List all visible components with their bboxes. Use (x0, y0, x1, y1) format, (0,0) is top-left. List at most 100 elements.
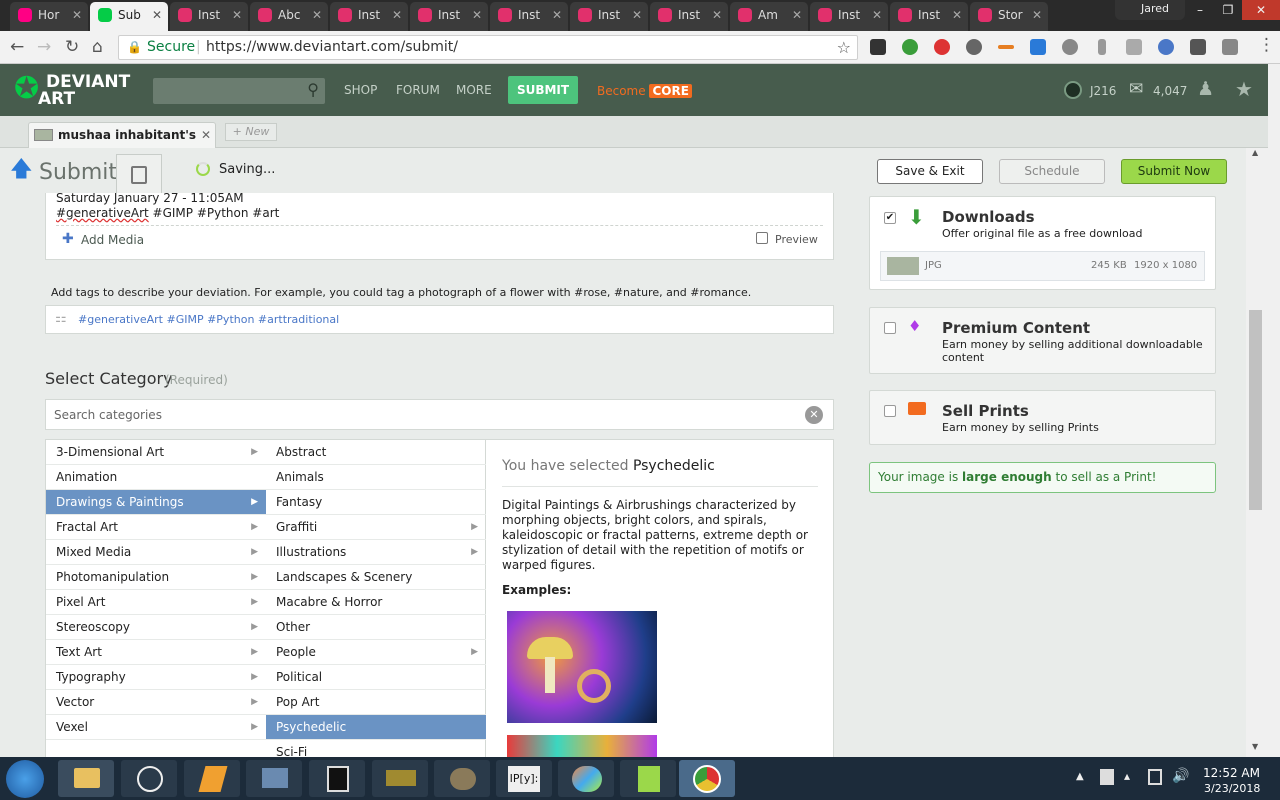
taskbar-app[interactable] (309, 760, 365, 797)
close-tab-icon[interactable]: ✕ (872, 2, 882, 29)
close-tab-icon[interactable]: ✕ (712, 2, 722, 29)
category-item[interactable]: Psychedelic (266, 715, 486, 740)
category-item[interactable]: Landscapes & Scenery (266, 565, 486, 590)
close-window-button[interactable]: ✕ (1242, 0, 1280, 20)
nav-forum[interactable]: FORUM (396, 83, 440, 97)
example-thumbnail[interactable] (507, 611, 657, 723)
taskbar-explorer[interactable] (58, 760, 114, 797)
category-item[interactable]: Vexel ▶ (46, 715, 266, 740)
restore-button[interactable]: ❐ (1214, 0, 1242, 20)
header-submit-button[interactable]: SUBMIT (508, 76, 578, 104)
close-tab-icon[interactable]: ✕ (152, 2, 162, 29)
extension-icon[interactable] (1062, 39, 1078, 55)
category-item[interactable]: Fractal Art ▶ (46, 515, 266, 540)
browser-tab[interactable]: Inst ✕ (490, 2, 568, 31)
close-tab-icon[interactable]: ✕ (312, 2, 322, 29)
submission-tab[interactable]: mushaa inhabitant's ✕ (28, 122, 216, 148)
taskbar-gimp[interactable] (434, 760, 490, 797)
address-bar[interactable]: 🔒 Secure | https://www.deviantart.com/su… (118, 35, 858, 60)
category-item[interactable]: People ▶ (266, 640, 486, 665)
close-tab-icon[interactable]: ✕ (201, 123, 211, 147)
tray-flag-icon[interactable] (1100, 769, 1114, 785)
close-tab-icon[interactable]: ✕ (1032, 2, 1042, 29)
watchers-icon[interactable]: ♟ (1197, 78, 1214, 100)
extension-icon[interactable] (1126, 39, 1142, 55)
preview-icon[interactable] (756, 232, 768, 244)
clock-date[interactable]: 3/23/2018 (1204, 782, 1260, 795)
browser-tab[interactable]: Inst ✕ (890, 2, 968, 31)
extension-icon[interactable] (1158, 39, 1174, 55)
category-search-input[interactable]: Search categories ✕ (45, 399, 834, 430)
browser-tab[interactable]: Inst ✕ (650, 2, 728, 31)
browser-tab[interactable]: Stor ✕ (970, 2, 1048, 31)
category-item[interactable]: Photomanipulation ▶ (46, 565, 266, 590)
reload-icon[interactable]: ↻ (65, 37, 79, 57)
points-icon[interactable] (1064, 81, 1082, 99)
downloads-checkbox[interactable]: ✔ (884, 212, 896, 224)
profile-button[interactable]: Jared (1115, 0, 1185, 20)
forward-icon[interactable]: → (37, 37, 51, 57)
category-item[interactable]: Pixel Art ▶ (46, 590, 266, 615)
browser-tab[interactable]: Inst ✕ (410, 2, 488, 31)
taskbar-app[interactable] (246, 760, 302, 797)
chrome-menu-icon[interactable]: ⋮ (1258, 35, 1275, 55)
category-item[interactable]: Macabre & Horror (266, 590, 486, 615)
browser-tab[interactable]: Sub ✕ (90, 2, 168, 31)
start-button[interactable] (6, 760, 44, 798)
become-core-link[interactable]: Become CORE (597, 84, 692, 98)
add-media-button[interactable]: Add Media (81, 233, 144, 247)
category-item[interactable]: Text Art ▶ (46, 640, 266, 665)
tags-input[interactable]: ⚏ #generativeArt #GIMP #Python #arttradi… (45, 305, 834, 334)
extension-icon[interactable] (902, 39, 918, 55)
extension-icon[interactable] (870, 39, 886, 55)
browser-tab[interactable]: Inst ✕ (170, 2, 248, 31)
taskbar-app[interactable] (372, 760, 428, 797)
category-item[interactable]: Fantasy (266, 490, 486, 515)
submit-scrollbar[interactable]: ▲ ▼ (1246, 148, 1268, 757)
browser-tab[interactable]: Hor ✕ (10, 2, 88, 31)
category-item[interactable]: Political (266, 665, 486, 690)
site-search-input[interactable]: ⚲ (153, 78, 325, 104)
category-item[interactable]: Abstract (266, 440, 486, 465)
category-item[interactable]: 3-Dimensional Art ▶ (46, 440, 266, 465)
minimize-button[interactable]: – (1186, 0, 1214, 20)
extension-icon[interactable] (934, 39, 950, 55)
category-item[interactable]: Mixed Media ▶ (46, 540, 266, 565)
scroll-down-icon[interactable]: ▼ (1252, 742, 1258, 751)
nav-shop[interactable]: SHOP (344, 83, 377, 97)
clock-time[interactable]: 12:52 AM (1203, 766, 1260, 780)
nav-more[interactable]: MORE (456, 83, 492, 97)
browser-tab[interactable]: Am ✕ (730, 2, 808, 31)
add-icon[interactable]: ✚ (62, 231, 74, 247)
points-value[interactable]: J216 (1090, 84, 1116, 98)
scroll-up-icon[interactable]: ▲ (1252, 148, 1258, 157)
category-item[interactable]: Pop Art (266, 690, 486, 715)
extension-icon[interactable] (1190, 39, 1206, 55)
schedule-button[interactable]: Schedule (999, 159, 1105, 184)
extension-icon[interactable] (1222, 39, 1238, 55)
category-item[interactable]: Other (266, 615, 486, 640)
category-item[interactable]: Vector ▶ (46, 690, 266, 715)
prints-checkbox[interactable] (884, 405, 896, 417)
new-submission-tab[interactable]: + New (225, 123, 277, 141)
category-item[interactable]: Graffiti ▶ (266, 515, 486, 540)
preview-button[interactable]: Preview (775, 233, 818, 246)
category-item[interactable]: Illustrations ▶ (266, 540, 486, 565)
submit-now-button[interactable]: Submit Now (1121, 159, 1227, 184)
deviantart-logo-icon[interactable]: ✪ (14, 74, 39, 104)
close-tab-icon[interactable]: ✕ (952, 2, 962, 29)
tray-device-icon[interactable] (1148, 769, 1162, 785)
search-icon[interactable]: ⚲ (307, 80, 319, 99)
taskbar-chrome[interactable] (679, 760, 735, 797)
browser-tab[interactable]: Inst ✕ (330, 2, 408, 31)
tray-expand-icon[interactable]: ▲ (1076, 771, 1084, 782)
category-item[interactable]: Animation (46, 465, 266, 490)
browser-tab[interactable]: Inst ✕ (810, 2, 888, 31)
favourites-star-icon[interactable]: ★ (1235, 77, 1253, 101)
close-tab-icon[interactable]: ✕ (232, 2, 242, 29)
taskbar-app[interactable] (121, 760, 177, 797)
category-item[interactable]: Stereoscopy ▶ (46, 615, 266, 640)
docs-tab[interactable] (116, 154, 162, 193)
category-item[interactable]: Animals (266, 465, 486, 490)
extension-icon[interactable] (966, 39, 982, 55)
